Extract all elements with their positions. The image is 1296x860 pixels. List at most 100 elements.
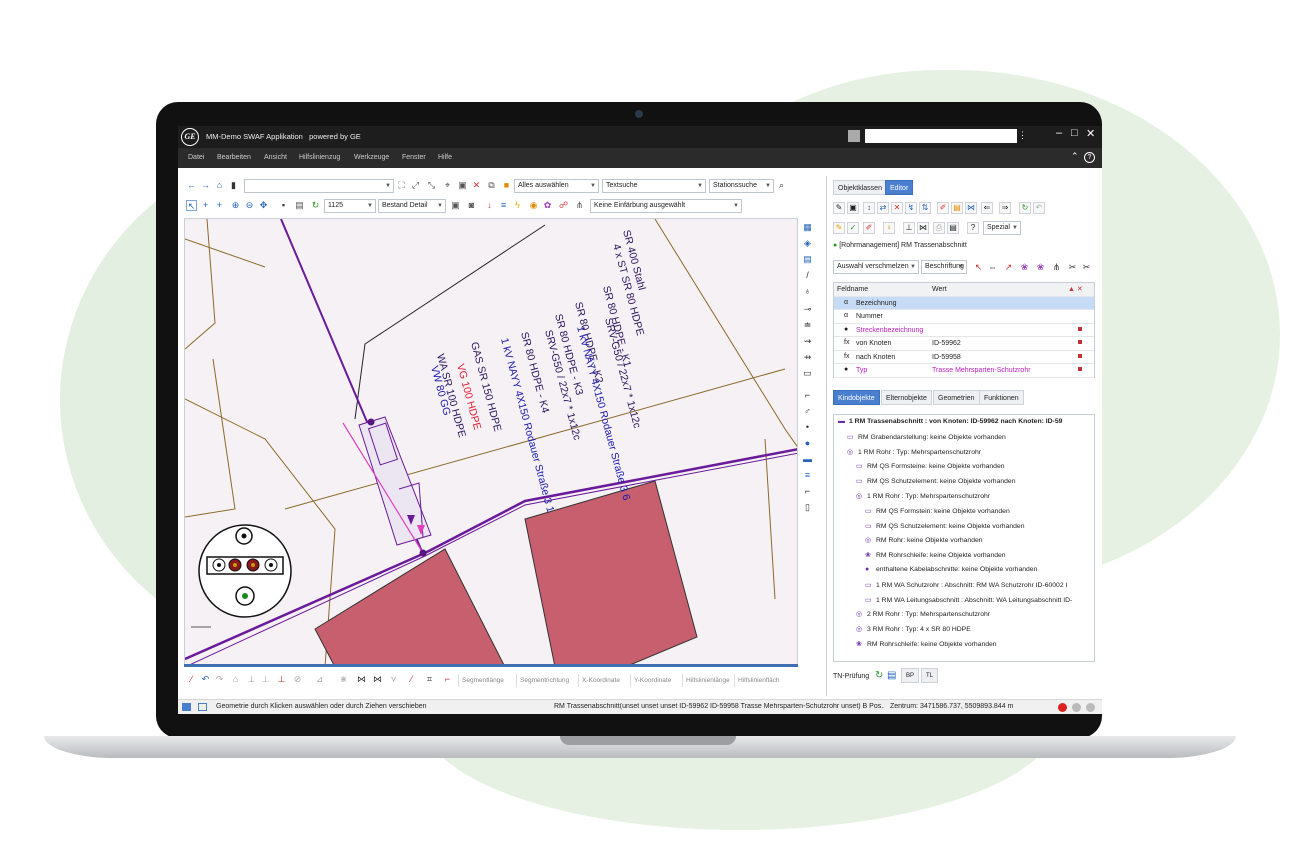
print-icon[interactable]: ⎙ (933, 222, 945, 234)
layers-icon[interactable]: ≡ (498, 200, 509, 211)
editor-tool-icon[interactable]: ↖ (973, 262, 984, 273)
fit-icon[interactable]: ⤡ (426, 180, 437, 191)
grid-row[interactable]: fx von Knoten ID-59962 (834, 337, 1094, 351)
grid-row[interactable]: α Nummer (834, 310, 1094, 324)
more-icon[interactable]: ⋮ (1018, 130, 1027, 141)
tool-icon[interactable]: ⌐ (802, 390, 813, 401)
tab-editor[interactable]: Editor (885, 180, 914, 195)
editor-tool-icon[interactable]: ✐ (863, 222, 875, 234)
network-icon[interactable]: ☍ (558, 200, 569, 211)
tab-segmentlaenge[interactable]: Segmentlänge (458, 674, 507, 687)
tree-item[interactable]: ❀ RM Rohrschleife: keine Objekte vorhande… (865, 551, 1006, 559)
tl-button[interactable]: TL (921, 668, 939, 683)
menu-bearbeiten[interactable]: Bearbeiten (217, 154, 251, 161)
editor-tool-icon[interactable]: ❀ (1019, 262, 1030, 273)
tab-y-koordinate[interactable]: Y-Koordinate (630, 674, 674, 687)
edit-icon[interactable]: ⋈ (356, 674, 367, 685)
home-icon[interactable]: ⌂ (214, 180, 225, 191)
tool-icon[interactable]: ⊸ (802, 304, 813, 315)
zoom-full-icon[interactable]: ⤢ (410, 180, 421, 191)
editor-tool-icon[interactable]: ⇐ (981, 202, 993, 214)
minimize-icon[interactable]: – (1056, 127, 1062, 139)
editor-tool-icon[interactable]: ▤ (951, 202, 963, 214)
edit-icon[interactable]: ⋎ (388, 674, 399, 685)
edit-icon[interactable]: ⌗ (424, 674, 435, 685)
close-icon[interactable]: ✕ (1086, 127, 1095, 140)
tab-elternobjekte[interactable]: Elternobjekte (881, 390, 932, 405)
tool-icon[interactable]: ▬ (802, 454, 813, 465)
tool-icon[interactable]: ≡ (802, 470, 813, 481)
tool-icon[interactable]: ⇝ (802, 336, 813, 347)
edit-icon[interactable]: ⌐ (442, 674, 453, 685)
tree-item[interactable]: ◎ 1 RM Rohr : Typ: Mehrspartenschutzrohr (847, 448, 981, 456)
coloring-select[interactable]: Keine Einfärbung ausgewählt ▼ (590, 199, 742, 213)
edit-icon[interactable]: ⊘ (292, 674, 303, 685)
edit-icon[interactable]: ⋈ (372, 674, 383, 685)
tree-item[interactable]: ◎ 2 RM Rohr : Typ: Mehrspartenschutzrohr (856, 610, 990, 618)
tool-icon[interactable]: ▯ (802, 502, 813, 513)
help-icon[interactable]: ? (1084, 152, 1095, 163)
map-canvas[interactable]: SR 400 Stahl 4 x ST SR 80 HDPE SR 80 HDP… (184, 218, 798, 666)
tool-icon[interactable]: ◈ (802, 238, 813, 249)
tree-item[interactable]: ▭ 1 RM WA Leitungsabschnitt : Abschnitt: … (865, 596, 1072, 604)
editor-tool-icon[interactable]: ❀ (1035, 262, 1046, 273)
search-icon[interactable]: ⌕ (776, 180, 787, 191)
tab-segmentrichtung[interactable]: Segmentrichtung (516, 674, 572, 687)
bp-button[interactable]: BP (901, 668, 920, 683)
delete-icon[interactable]: ✕ (891, 202, 903, 214)
refresh-icon[interactable]: ↻ (875, 670, 883, 681)
editor-tool-icon[interactable]: ✓ (847, 222, 859, 234)
editor-tool-icon[interactable]: ⊥ (903, 222, 915, 234)
zoom-extent-icon[interactable]: ⛶ (396, 180, 407, 191)
tree-icon[interactable]: ⋔ (574, 200, 585, 211)
tool-icon[interactable]: ▤ (802, 254, 813, 265)
editor-tool-icon[interactable]: ✐ (937, 202, 949, 214)
scissors-icon[interactable]: ✂ (1081, 262, 1092, 273)
grid-row[interactable]: α Bezeichnung (834, 296, 1094, 310)
camera-icon[interactable]: ◙ (466, 200, 477, 211)
tree-item[interactable]: ▭ 1 RM WA Schutzrohr : Abschnitt: RM WA S… (865, 581, 1067, 589)
forward-icon[interactable]: → (200, 180, 211, 191)
grid-close-icon[interactable]: ▲ ✕ (1068, 285, 1083, 293)
edit-icon[interactable]: ⊥ (260, 674, 271, 685)
tab-hilfslinienlaenge[interactable]: Hilfslinienlänge (682, 674, 733, 687)
merge-select[interactable]: Auswahl verschmelzen ▼ (833, 260, 919, 274)
refresh-icon[interactable]: ↻ (1019, 202, 1031, 214)
tool-icon[interactable]: / (802, 270, 813, 281)
lock-icon[interactable]: ▣ (847, 202, 859, 214)
crosshair-icon[interactable]: + (200, 200, 211, 211)
tree-item[interactable]: ▭ RM QS Schutzelement: keine Objekte vorh… (856, 477, 1015, 485)
delete-icon[interactable]: ✕ (471, 180, 482, 191)
tab-hilfslinienflaeche[interactable]: Hilfslinienfläch (734, 674, 783, 687)
grid-row[interactable]: ● Typ Trasse Mehrsparten-Schutzrohr (834, 364, 1094, 378)
pencil-icon[interactable]: ✎ (833, 222, 845, 234)
location-select[interactable]: ▼ (244, 179, 394, 193)
menu-werkzeuge[interactable]: Werkzeuge (354, 154, 389, 161)
editor-tool-icon[interactable]: ▤ (947, 222, 959, 234)
tree-item[interactable]: ◎ 1 RM Rohr : Typ: Mehrspartenschutzrohr (856, 492, 990, 500)
tree-item[interactable]: ▭ RM QS Formstein: keine Objekte vorhande… (865, 507, 1010, 515)
tab-funktionen[interactable]: Funktionen (979, 390, 1024, 405)
special-select[interactable]: Spezial ▼ (983, 221, 1021, 235)
tree-item[interactable]: ❀ RM Rohrschleife: keine Objekte vorhande… (856, 640, 997, 648)
edit-icon[interactable]: ⁄ (186, 674, 197, 685)
tool-icon[interactable]: ⇸ (802, 352, 813, 363)
undo-icon[interactable]: ↶ (1033, 202, 1045, 214)
edit-icon[interactable]: ⊥ (246, 674, 257, 685)
tab-x-koordinate[interactable]: X-Koordinate (578, 674, 623, 687)
map-scrollbar[interactable] (184, 664, 798, 667)
menu-datei[interactable]: Datei (188, 154, 204, 161)
style-icon[interactable]: ✿ (542, 200, 553, 211)
grid-row[interactable]: ● Streckenbezeichnung (834, 324, 1094, 337)
pan-icon[interactable]: ✥ (258, 200, 269, 211)
tool-icon[interactable]: ▦ (802, 222, 813, 233)
select-icon[interactable]: ▣ (457, 180, 468, 191)
menu-fenster[interactable]: Fenster (402, 154, 426, 161)
folder-icon[interactable]: ■ (501, 180, 512, 191)
edit-icon[interactable]: ⊿ (314, 674, 325, 685)
tab-geometrien[interactable]: Geometrien (933, 390, 980, 405)
label-select[interactable]: Beschriftung ▼ (921, 260, 967, 274)
document-icon[interactable]: ▤ (294, 200, 305, 211)
bookmark-icon[interactable]: ▮ (228, 180, 239, 191)
redo-icon[interactable]: ↷ (214, 674, 225, 685)
